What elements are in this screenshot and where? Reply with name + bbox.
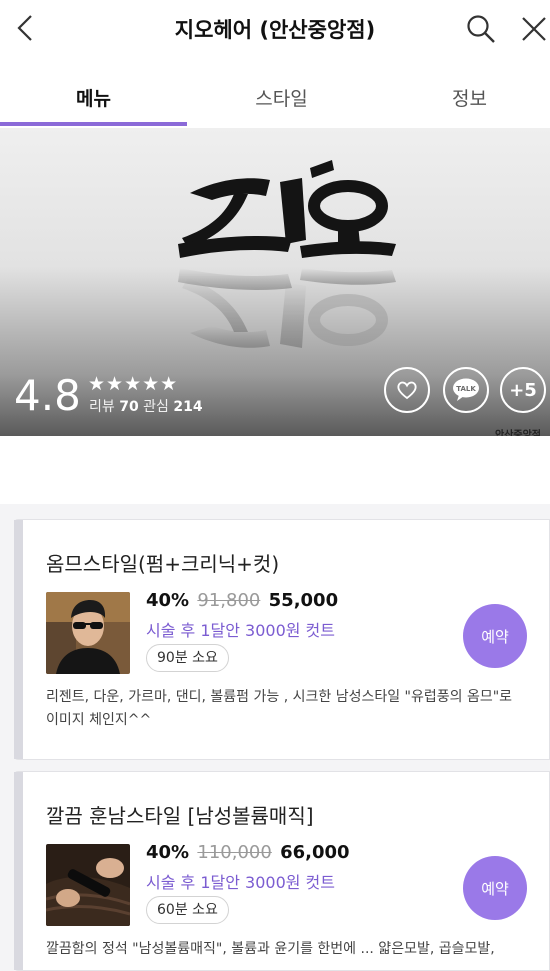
reserve-button[interactable]: 예약: [463, 604, 527, 668]
talk-chat-icon: TALK: [453, 378, 479, 401]
menu-item-price: 40% 91,800 55,000: [146, 590, 338, 611]
tab-info[interactable]: 정보: [378, 84, 550, 111]
tab-bar: 메뉴 스타일 정보: [0, 58, 550, 129]
close-icon[interactable]: [518, 13, 550, 45]
like-button[interactable]: [384, 367, 430, 413]
menu-item-card[interactable]: 깔끔 훈남스타일 [남성볼륨매직] 40% 110,000 66,000 시술 …: [14, 771, 550, 971]
menu-item-photo: [46, 592, 130, 674]
sale-price: 66,000: [280, 842, 350, 863]
interest-count: 214: [173, 399, 203, 415]
discount-rate: 40%: [146, 590, 190, 611]
original-price: 110,000: [197, 842, 272, 863]
sale-price: 55,000: [268, 590, 339, 611]
search-icon[interactable]: [465, 13, 497, 45]
banner-corner-text: 안산중앙점: [495, 430, 541, 436]
promo-text: 시술 후 1달안 3000원 컷트: [146, 621, 336, 640]
rating-score: 4.8: [14, 371, 81, 420]
menu-item-photo: [46, 844, 130, 926]
app-header: 지오헤어 (안산중앙점): [0, 0, 550, 58]
more-button[interactable]: +5: [500, 367, 546, 413]
tab-style[interactable]: 스타일: [190, 84, 373, 111]
card-accent-bar: [14, 520, 23, 759]
menu-item-description: 깔끔함의 정석 "남성볼륨매직", 볼륨과 윤기를 한번에 ... 얇은모발, …: [46, 941, 495, 957]
review-label: 리뷰: [89, 399, 115, 415]
talk-button[interactable]: TALK: [443, 367, 489, 413]
rating-stars: ★★★★★: [88, 373, 179, 395]
menu-item-description: 리젠트, 다운, 가르마, 댄디, 볼륨펌 가능 , 시크한 남성스타일 "유럽…: [46, 689, 513, 728]
tab-menu[interactable]: 메뉴: [2, 84, 185, 111]
card-accent-bar: [14, 772, 23, 970]
menu-item-name: 옴므스타일(펌+크리닉+컷): [46, 552, 280, 576]
reserve-button[interactable]: 예약: [463, 856, 527, 920]
promo-text: 시술 후 1달안 3000원 컷트: [146, 873, 336, 892]
review-meta: 리뷰 70 관심 214: [89, 396, 203, 416]
section-spacer: [0, 436, 550, 504]
discount-rate: 40%: [146, 842, 190, 863]
talk-label: TALK: [456, 385, 476, 393]
duration-badge: 90분 소요: [146, 644, 229, 672]
review-count[interactable]: 70: [119, 399, 138, 415]
menu-item-price: 40% 110,000 66,000: [146, 842, 350, 863]
interest-label: 관심: [143, 399, 169, 415]
active-tab-indicator: [0, 122, 187, 126]
shop-hero-banner: 4.8 ★★★★★ 리뷰 70 관심 214 TALK +5 안산중앙점: [0, 128, 550, 436]
original-price: 91,800: [197, 590, 261, 611]
menu-item-card[interactable]: 옴므스타일(펌+크리닉+컷) 40% 91,800 55,000 시술 후 1달…: [14, 519, 550, 760]
shop-logo: [178, 160, 396, 348]
menu-item-name: 깔끔 훈남스타일 [남성볼륨매직]: [46, 804, 314, 828]
heart-icon: [397, 381, 417, 400]
duration-badge: 60분 소요: [146, 896, 229, 924]
